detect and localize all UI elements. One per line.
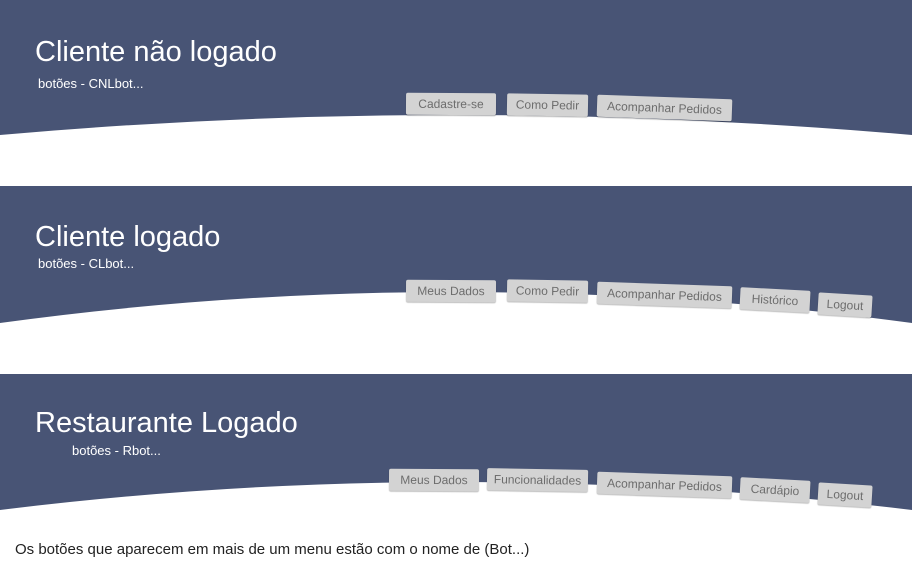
menu-panel-cliente-logado: Cliente logado botões - CLbot... Meus Da… [0, 186, 912, 326]
como-pedir-button[interactable]: Como Pedir [506, 93, 589, 117]
menu-title: Cliente logado [35, 221, 221, 253]
menu-subtitle: botões - CLbot... [38, 256, 135, 271]
acompanhar-pedidos-button[interactable]: Acompanhar Pedidos [596, 94, 733, 122]
menu-subtitle: botões - Rbot... [72, 443, 161, 458]
cadastre-se-button[interactable]: Cadastre-se [405, 92, 497, 116]
acompanhar-pedidos-button[interactable]: Acompanhar Pedidos [596, 281, 733, 309]
como-pedir-button[interactable]: Como Pedir [506, 279, 589, 303]
footnote-text: Os botões que aparecem em mais de um men… [15, 541, 530, 558]
cardapio-button[interactable]: Cardápio [739, 477, 811, 503]
logout-button[interactable]: Logout [817, 292, 873, 318]
logout-button[interactable]: Logout [817, 482, 873, 508]
meus-dados-button[interactable]: Meus Dados [405, 279, 497, 303]
acompanhar-pedidos-button[interactable]: Acompanhar Pedidos [596, 471, 733, 499]
funcionalidades-button[interactable]: Funcionalidades [486, 468, 589, 492]
menu-panel-restaurante-logado: Restaurante Logado botões - Rbot... Meus… [0, 374, 912, 514]
historico-button[interactable]: Histórico [739, 287, 811, 313]
banner-background [0, 0, 912, 135]
menu-subtitle: botões - CNLbot... [38, 76, 144, 91]
menu-title: Cliente não logado [35, 36, 277, 68]
menu-panel-cliente-nao-logado: Cliente não logado botões - CNLbot... Ca… [0, 0, 912, 140]
menu-title: Restaurante Logado [35, 407, 298, 439]
meus-dados-button[interactable]: Meus Dados [388, 468, 480, 492]
